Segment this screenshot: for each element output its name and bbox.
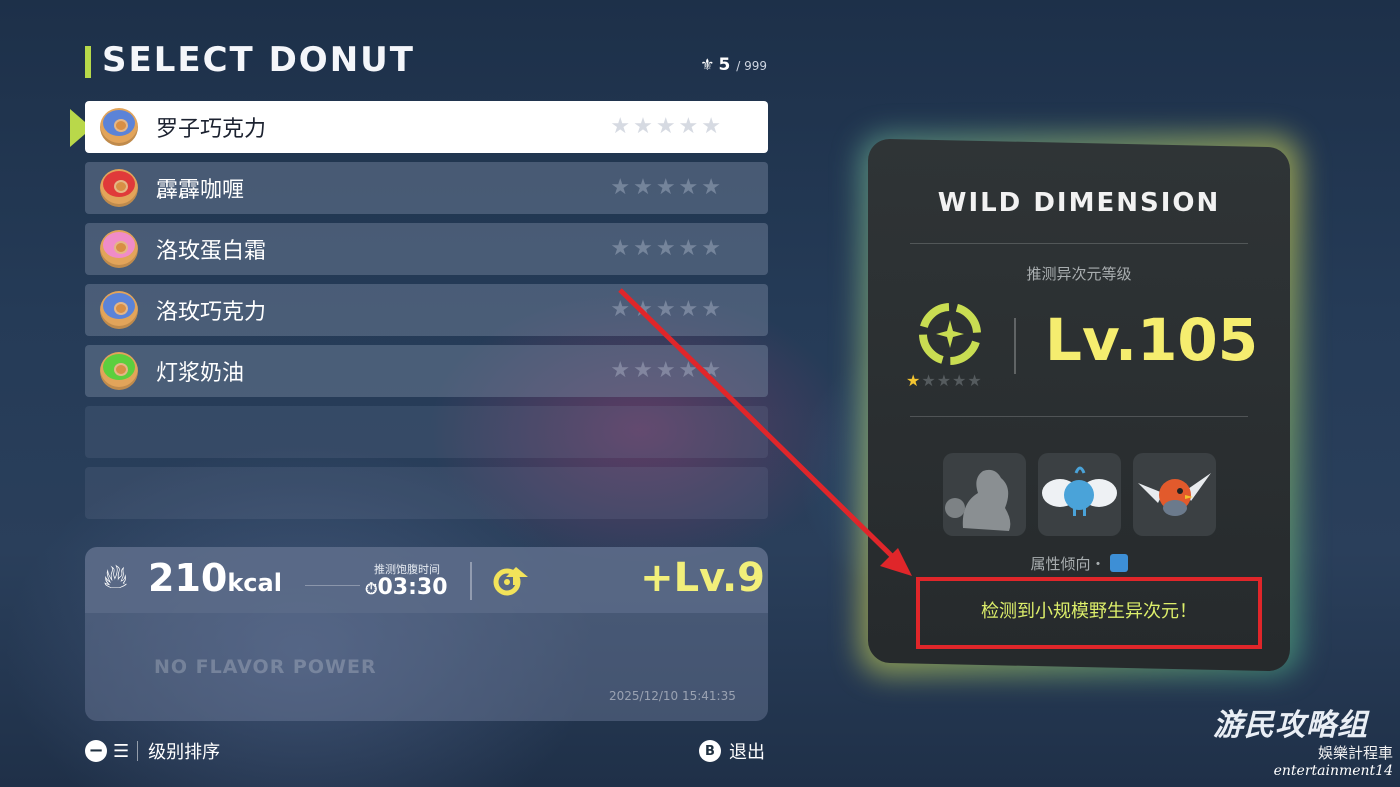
estimated-level-label: 推测异次元等级 <box>1026 265 1132 283</box>
donut-row[interactable]: 霹霹咖喱 ★★★★★ <box>85 162 768 214</box>
b-button-icon: B <box>699 740 721 762</box>
donut-name: 洛玫巧克力 <box>156 300 267 325</box>
level-boost-icon <box>493 567 528 596</box>
donut-count: 5 <box>718 55 731 75</box>
exit-control[interactable]: B 退出 <box>699 738 765 764</box>
title-accent-bar <box>85 46 91 78</box>
sort-control[interactable]: − ☰ 级别排序 <box>85 738 220 764</box>
donut-row[interactable]: 洛玫巧克力 ★★★★★ <box>85 284 768 336</box>
level-bonus: +Lv.9 <box>640 555 765 601</box>
pokemon-silhouette-icon <box>943 453 1026 536</box>
sort-label: 级别排序 <box>148 742 221 763</box>
dimension-ring-icon <box>918 302 982 366</box>
card-title: WILD DIMENSION <box>937 188 1221 218</box>
attribute-tendency: 属性倾向・ <box>868 553 1290 574</box>
empty-slot <box>85 406 768 458</box>
donut-icon <box>100 230 138 268</box>
timestamp: 2025/12/10 15:41:35 <box>609 689 736 703</box>
calorie-value: 210kcal <box>148 556 282 600</box>
divider-line <box>305 585 360 586</box>
swablu-icon <box>1038 453 1121 536</box>
donut-stars: ★★★★★ <box>610 297 724 322</box>
sort-icon: ☰ <box>113 740 130 762</box>
donut-icon <box>100 169 138 207</box>
dimension-stars: ★★★★★ <box>906 371 983 390</box>
detect-message: 检测到小规模野生异次元！ <box>981 601 1197 622</box>
donut-icon <box>100 352 138 390</box>
donut-icon <box>100 291 138 329</box>
flying-type-icon <box>1109 554 1128 572</box>
watermark: 游民攻略组 娛樂計程車 entertainment14 <box>1213 708 1393 779</box>
dimension-level: Lv.105 <box>1045 306 1259 374</box>
donut-count-max: / 999 <box>736 59 767 73</box>
donut-name: 灯浆奶油 <box>156 361 245 386</box>
donut-name: 霹霹咖喱 <box>156 178 245 203</box>
donut-stars: ★★★★★ <box>610 236 724 261</box>
fletchling-icon <box>1133 453 1216 536</box>
donut-row[interactable]: 罗子巧克力 ★★★★★ <box>85 101 768 153</box>
donut-list: 罗子巧克力 ★★★★★ 霹霹咖喱 ★★★★★ 洛玫蛋白霜 ★★★★★ 洛玫巧克力… <box>85 101 768 528</box>
donut-stars: ★★★★★ <box>610 358 724 383</box>
donut-name: 罗子巧克力 <box>156 117 267 142</box>
minus-button-icon: − <box>85 740 107 762</box>
donut-name: 洛玫蛋白霜 <box>156 239 267 264</box>
donut-stars: ★★★★★ <box>610 175 724 200</box>
donut-counter: ⚜ 5 / 999 <box>700 55 767 75</box>
page-title: SELECT DONUT <box>102 40 415 80</box>
timer-icon: ⏱︎ <box>365 579 378 598</box>
no-flavor-power-text: NO FLAVOR POWER <box>154 656 377 678</box>
satiety-time-value: ⏱︎03:30 <box>365 575 448 600</box>
donut-row[interactable]: 洛玫蛋白霜 ★★★★★ <box>85 223 768 275</box>
flame-icon: 🔥︎ <box>103 557 128 597</box>
empty-slot <box>85 467 768 519</box>
donut-stars: ★★★★★ <box>610 114 724 139</box>
donut-count-icon: ⚜ <box>700 55 715 74</box>
divider-line <box>470 562 472 600</box>
donut-row[interactable]: 灯浆奶油 ★★★★★ <box>85 345 768 397</box>
donut-icon <box>100 108 138 146</box>
exit-label: 退出 <box>729 742 765 763</box>
